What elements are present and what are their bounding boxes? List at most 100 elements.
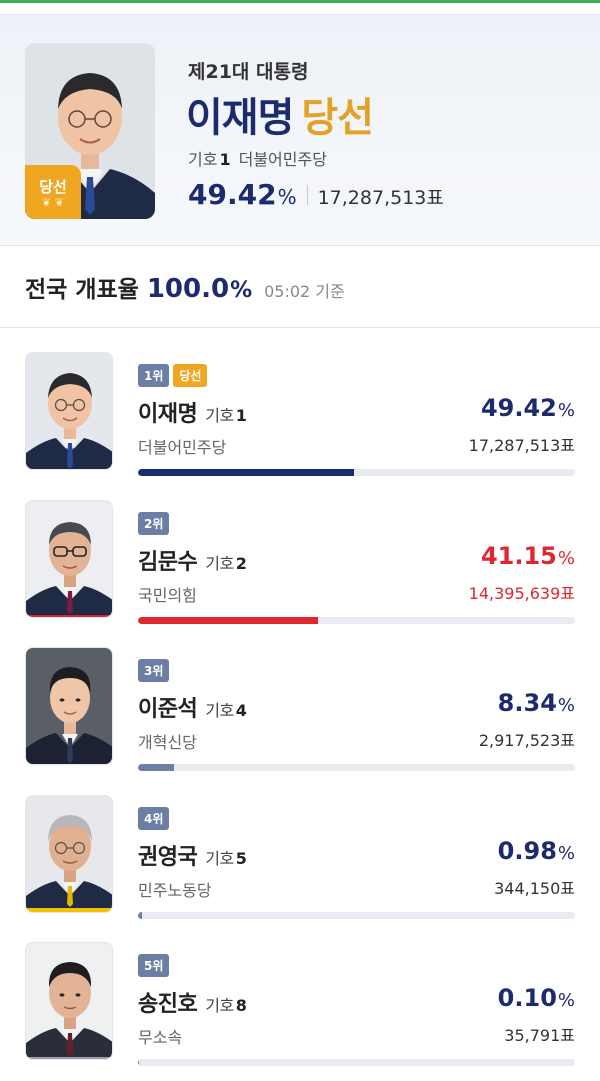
winner-headline: 이재명 당선 bbox=[186, 85, 374, 143]
winner-name: 이재명 bbox=[186, 95, 294, 141]
candidate-name: 권영국 bbox=[138, 845, 198, 870]
candidate-percent: 8.34 bbox=[497, 689, 557, 717]
rank-badge: 4위 bbox=[138, 807, 170, 830]
winner-elected-label: 당선 bbox=[301, 95, 374, 141]
candidate-votes: 14,395,639표 bbox=[468, 584, 575, 603]
candidate-votes: 35,791표 bbox=[504, 1026, 575, 1045]
winner-party: 더불어민주당 bbox=[238, 150, 327, 169]
elected-badge-label: 당선 bbox=[39, 177, 67, 196]
counting-rate: 100.0 bbox=[146, 274, 230, 304]
candidate-portrait bbox=[26, 796, 112, 912]
vote-share-bar bbox=[138, 912, 575, 919]
candidate-party: 무소속 bbox=[138, 1028, 183, 1047]
winner-percent: 49.42 bbox=[188, 178, 277, 211]
rank-badge: 2위 bbox=[138, 512, 170, 535]
laurel-icon: ❦ ❦ bbox=[41, 195, 65, 209]
candidate-percent-unit: % bbox=[557, 990, 575, 1011]
candidate-percent-line: 0.98% bbox=[498, 837, 575, 865]
vote-share-bar bbox=[138, 1059, 575, 1066]
candidate-party: 국민의힘 bbox=[138, 586, 197, 605]
rank-badges: 2위 bbox=[138, 512, 170, 535]
candidate-number: 4 bbox=[235, 701, 247, 720]
vote-share-fill bbox=[138, 764, 175, 771]
candidate-votes: 17,287,513표 bbox=[468, 436, 575, 455]
candidate-photo bbox=[25, 942, 113, 1060]
winner-percent-unit: % bbox=[277, 185, 297, 209]
candidate-name-line: 송진호 기호 8 bbox=[138, 986, 247, 1018]
elected-badge: 당선 ❦ ❦ bbox=[25, 165, 81, 219]
candidate-number-label: 기호 bbox=[205, 701, 234, 720]
candidate-name: 송진호 bbox=[138, 992, 198, 1017]
vote-share-fill bbox=[138, 469, 354, 476]
stat-separator bbox=[306, 184, 308, 205]
vote-share-bar bbox=[138, 764, 575, 771]
candidate-photo bbox=[25, 647, 113, 765]
candidate-row[interactable]: 5위 송진호 기호 8 무소속 0.10% 35,791표 bbox=[0, 942, 600, 1081]
candidate-row[interactable]: 1위 당선 이재명 기호 1 더불어민주당 49.42% 17,287,513표 bbox=[0, 352, 600, 498]
candidate-percent-unit: % bbox=[557, 548, 575, 569]
candidate-portrait bbox=[26, 648, 112, 764]
candidate-party: 개혁신당 bbox=[138, 733, 197, 752]
candidate-percent: 41.15 bbox=[480, 542, 557, 570]
candidate-percent-line: 8.34% bbox=[498, 689, 575, 717]
counting-label: 전국 개표율 bbox=[25, 277, 139, 303]
vote-share-fill bbox=[138, 617, 318, 624]
section-divider bbox=[0, 327, 600, 328]
rank-badges: 5위 bbox=[138, 954, 170, 977]
candidate-row[interactable]: 3위 이준석 기호 4 개혁신당 8.34% 2,917,523표 bbox=[0, 647, 600, 793]
candidate-name: 김문수 bbox=[138, 550, 198, 575]
candidate-name-line: 이준석 기호 4 bbox=[138, 691, 247, 723]
winner-number-label: 기호 bbox=[188, 150, 218, 169]
candidate-votes: 344,150표 bbox=[494, 879, 575, 898]
candidate-photo bbox=[25, 500, 113, 618]
top-accent-line bbox=[0, 0, 600, 3]
winner-stats: 49.42 % 17,287,513표 bbox=[188, 178, 444, 211]
candidate-percent: 0.10 bbox=[497, 984, 557, 1012]
candidate-percent-line: 0.10% bbox=[498, 984, 575, 1012]
candidate-number-label: 기호 bbox=[205, 554, 234, 573]
rank-badge: 1위 bbox=[138, 364, 170, 387]
candidate-percent-unit: % bbox=[557, 400, 575, 421]
rank-badges: 3위 bbox=[138, 659, 170, 682]
elected-badge: 당선 bbox=[173, 364, 208, 387]
counting-rate-row: 전국 개표율 100.0 % 05:02 기준 bbox=[25, 270, 345, 304]
candidate-photo bbox=[25, 795, 113, 913]
rank-badges: 1위 당선 bbox=[138, 364, 208, 387]
candidate-percent-unit: % bbox=[557, 695, 575, 716]
candidate-number-label: 기호 bbox=[205, 996, 234, 1015]
candidate-row[interactable]: 4위 권영국 기호 5 민주노동당 0.98% 344,150표 bbox=[0, 795, 600, 941]
candidate-party: 민주노동당 bbox=[138, 881, 212, 900]
vote-share-bar bbox=[138, 469, 575, 476]
rank-badge: 5위 bbox=[138, 954, 170, 977]
rank-badges: 4위 bbox=[138, 807, 170, 830]
vote-share-bar bbox=[138, 617, 575, 624]
candidate-number-label: 기호 bbox=[205, 849, 234, 868]
candidate-number-label: 기호 bbox=[205, 406, 234, 425]
vote-share-fill bbox=[138, 912, 143, 919]
candidate-percent: 0.98 bbox=[497, 837, 557, 865]
candidate-portrait bbox=[26, 353, 112, 469]
candidate-percent-unit: % bbox=[557, 843, 575, 864]
candidate-name: 이준석 bbox=[138, 697, 198, 722]
counting-rate-unit: % bbox=[230, 278, 253, 303]
candidate-name: 이재명 bbox=[138, 402, 198, 427]
candidate-percent-line: 41.15% bbox=[481, 542, 575, 570]
candidate-number: 5 bbox=[235, 849, 247, 868]
candidate-percent: 49.42 bbox=[480, 394, 557, 422]
election-name: 제21대 대통령 bbox=[188, 61, 309, 83]
candidate-number: 2 bbox=[235, 554, 247, 573]
candidate-votes: 2,917,523표 bbox=[478, 731, 575, 750]
winner-votes: 17,287,513표 bbox=[317, 187, 444, 209]
candidate-portrait bbox=[26, 943, 112, 1059]
candidate-number: 1 bbox=[235, 406, 247, 425]
rank-badge: 3위 bbox=[138, 659, 170, 682]
candidate-number: 8 bbox=[235, 996, 247, 1015]
candidate-row[interactable]: 2위 김문수 기호 2 국민의힘 41.15% 14,395,639표 bbox=[0, 500, 600, 646]
candidate-photo bbox=[25, 352, 113, 470]
candidate-name-line: 권영국 기호 5 bbox=[138, 839, 247, 871]
candidate-percent-line: 49.42% bbox=[481, 394, 575, 422]
candidate-portrait bbox=[26, 501, 112, 617]
winner-photo: 당선 ❦ ❦ bbox=[25, 43, 155, 219]
winner-card[interactable]: 당선 ❦ ❦ 제21대 대통령 이재명 당선 기호 1 더불어민주당 49.42 % … bbox=[0, 14, 600, 246]
candidate-party: 더불어민주당 bbox=[138, 438, 227, 457]
